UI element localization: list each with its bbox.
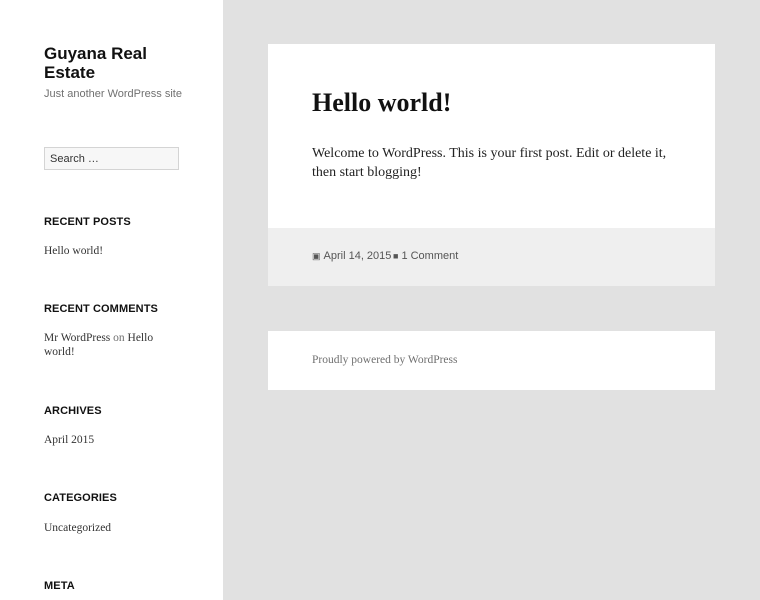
calendar-icon: ▣ xyxy=(312,250,321,261)
comment-author-link[interactable]: Mr WordPress xyxy=(44,332,110,344)
post-date: April 14, 2015 xyxy=(323,250,392,262)
powered-by-link[interactable]: Proudly powered by WordPress xyxy=(312,354,457,366)
archives-heading: ARCHIVES xyxy=(44,405,102,417)
categories-heading: CATEGORIES xyxy=(44,492,117,504)
site-description: Just another WordPress site xyxy=(44,88,182,100)
post-card: Hello world! Welcome to WordPress. This … xyxy=(268,44,715,228)
recent-post-link[interactable]: Hello world! xyxy=(44,244,103,258)
post-comments: 1 Comment xyxy=(401,250,459,262)
post-meta-footer: ▣ April 14, 2015 ■ 1 Comment xyxy=(268,228,715,286)
comment-on-label: on xyxy=(113,332,125,344)
recent-comment-item: Mr WordPress on Hello world! xyxy=(44,331,184,359)
post-content: Welcome to WordPress. This is your first… xyxy=(312,146,667,180)
recent-comments-heading: RECENT COMMENTS xyxy=(44,303,158,315)
search-input[interactable] xyxy=(44,147,179,170)
comment-icon: ■ xyxy=(393,251,399,261)
site-title[interactable]: Guyana Real Estate xyxy=(44,44,194,82)
post-comments-link[interactable]: ■ 1 Comment xyxy=(393,250,458,262)
category-link[interactable]: Uncategorized xyxy=(44,521,111,535)
archive-link[interactable]: April 2015 xyxy=(44,433,94,447)
recent-posts-heading: RECENT POSTS xyxy=(44,216,131,228)
meta-heading: META xyxy=(44,580,75,592)
post-date-link[interactable]: ▣ April 14, 2015 xyxy=(312,250,391,262)
site-footer: Proudly powered by WordPress xyxy=(268,331,715,390)
post-title[interactable]: Hello world! xyxy=(312,88,451,118)
sidebar: Guyana Real Estate Just another WordPres… xyxy=(0,0,223,600)
